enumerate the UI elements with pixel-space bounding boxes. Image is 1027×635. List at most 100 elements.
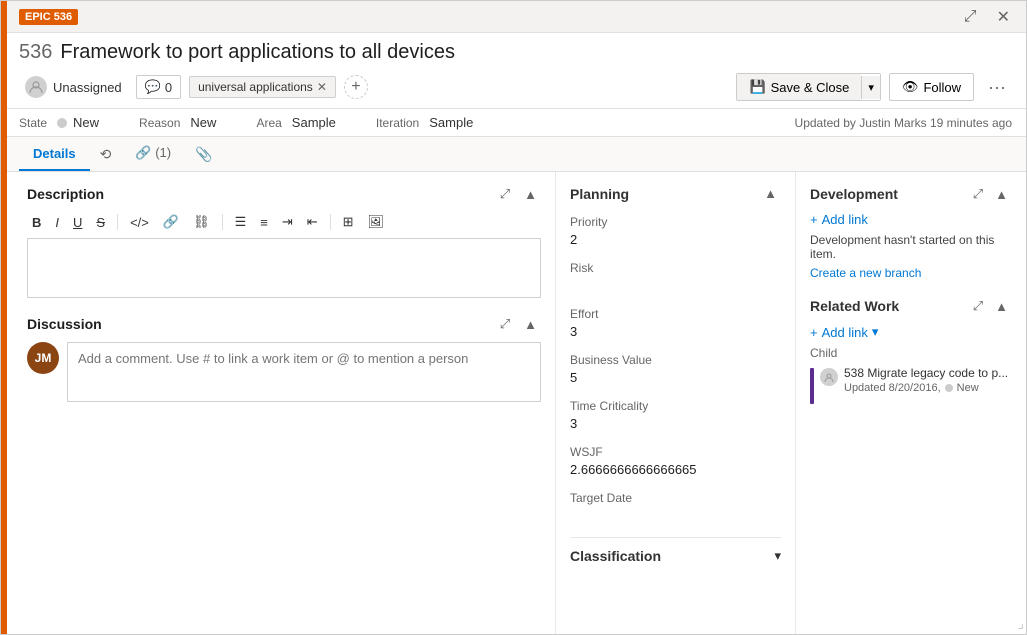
target-date-field: Target Date <box>570 491 781 523</box>
strikethrough-button[interactable]: S <box>91 213 110 232</box>
close-button[interactable]: ✕ <box>991 5 1016 29</box>
tag-remove-button[interactable]: ✕ <box>317 80 327 94</box>
user-avatar: JM <box>27 342 59 374</box>
effort-label: Effort <box>570 307 781 321</box>
link-button[interactable]: 🔗 <box>158 212 184 232</box>
more-options-button[interactable]: ··· <box>982 75 1012 100</box>
related-work-section: Related Work ⤢ ▲ + Add link ▾ Child <box>810 296 1012 404</box>
child-meta: Updated 8/20/2016, New <box>844 382 1012 394</box>
description-expand-button[interactable]: ⤢ <box>496 184 514 204</box>
child-label: Child <box>810 346 1012 360</box>
development-add-link-button[interactable]: + Add link <box>810 212 868 227</box>
priority-value: 2 <box>570 232 781 247</box>
state-value: New <box>57 115 99 130</box>
right-column: Development ⤢ ▲ + Add link Development h… <box>796 172 1026 634</box>
work-item-title: Framework to port applications to all de… <box>60 41 455 64</box>
outdent-button[interactable]: ⇤ <box>302 212 323 232</box>
planning-collapse-button[interactable]: ▲ <box>760 184 781 203</box>
risk-value <box>570 278 781 293</box>
create-branch-link[interactable]: Create a new branch <box>810 266 921 280</box>
description-title: Description <box>27 186 104 202</box>
time-criticality-field: Time Criticality 3 <box>570 399 781 431</box>
assignee-label: Unassigned <box>53 80 122 95</box>
underline-button[interactable]: U <box>68 213 87 232</box>
classification-collapse-icon: ▾ <box>774 548 781 564</box>
unlink-button[interactable]: ⛓ <box>188 212 215 232</box>
assignee-button[interactable]: Unassigned <box>19 72 128 102</box>
indent-button[interactable]: ⇥ <box>277 212 298 232</box>
tab-details[interactable]: Details <box>19 138 90 171</box>
child-avatar <box>820 368 838 386</box>
effort-value: 3 <box>570 324 781 339</box>
description-editor[interactable] <box>27 238 541 298</box>
reason-label: Reason <box>139 116 180 130</box>
code-button[interactable]: </> <box>125 213 154 232</box>
related-work-collapse-button[interactable]: ▲ <box>991 296 1012 316</box>
bold-button[interactable]: B <box>27 213 46 232</box>
work-item-number: 536 <box>19 41 52 64</box>
area-value: Sample <box>292 115 336 130</box>
risk-label: Risk <box>570 261 781 275</box>
description-section: Description ⤢ ▲ B I U S </> 🔗 ⛓ ☰ <box>27 184 541 298</box>
development-expand-button[interactable]: ⤢ <box>969 184 987 204</box>
tab-links[interactable]: 🔗 (1) <box>121 137 185 171</box>
child-status-dot <box>945 384 953 392</box>
target-date-label: Target Date <box>570 491 781 505</box>
wsjf-value: 2.6666666666666665 <box>570 462 781 477</box>
add-tag-button[interactable]: + <box>344 75 368 99</box>
numbered-list-button[interactable]: ≡ <box>255 213 273 232</box>
classification-title: Classification <box>570 548 661 564</box>
discussion-collapse-button[interactable]: ▲ <box>520 314 541 334</box>
follow-label: Follow <box>923 80 961 95</box>
save-close-group: 💾 Save & Close ▾ <box>736 73 880 101</box>
discussion-title: Discussion <box>27 316 102 332</box>
tab-attachments[interactable]: 📎 <box>185 138 222 171</box>
wsjf-label: WSJF <box>570 445 781 459</box>
save-close-button[interactable]: 💾 Save & Close <box>737 74 861 100</box>
business-value-label: Business Value <box>570 353 781 367</box>
development-add-link-label: Add link <box>822 212 868 227</box>
tab-history[interactable]: ⟲ <box>90 138 122 171</box>
state-group: State New <box>19 115 99 130</box>
iteration-group: Iteration Sample <box>376 115 473 130</box>
italic-button[interactable]: I <box>50 213 64 232</box>
tab-bar: Details ⟲ 🔗 (1) 📎 <box>1 137 1026 172</box>
related-work-expand-button[interactable]: ⤢ <box>969 296 987 316</box>
development-collapse-button[interactable]: ▲ <box>991 184 1012 204</box>
discussion-expand-button[interactable]: ⤢ <box>496 314 514 334</box>
area-group: Area Sample <box>256 115 335 130</box>
comment-box: JM <box>27 342 541 402</box>
iteration-label: Iteration <box>376 116 419 130</box>
state-dot <box>57 118 67 128</box>
state-label: State <box>19 116 47 130</box>
resize-handle[interactable] <box>1010 618 1026 634</box>
description-toolbar: B I U S </> 🔗 ⛓ ☰ ≡ ⇥ ⇤ ⊞ 🖼 <box>27 212 541 232</box>
work-item-title-row: 536 Framework to port applications to al… <box>19 41 1012 64</box>
image-button[interactable]: 🖼 <box>363 212 390 232</box>
save-close-dropdown-button[interactable]: ▾ <box>861 76 880 99</box>
business-value-field: Business Value 5 <box>570 353 781 385</box>
classification-header[interactable]: Classification ▾ <box>570 537 781 574</box>
child-title: 538 Migrate legacy code to p... <box>844 366 1012 380</box>
bullet-list-button[interactable]: ☰ <box>230 212 252 232</box>
follow-button[interactable]: 👁 Follow <box>889 73 974 101</box>
description-collapse-button[interactable]: ▲ <box>520 184 541 204</box>
effort-field: Effort 3 <box>570 307 781 339</box>
follow-icon: 👁 <box>902 79 919 95</box>
iteration-value: Sample <box>429 115 473 130</box>
area-label: Area <box>256 116 281 130</box>
add-link-plus-icon: + <box>810 212 818 227</box>
comment-count: 0 <box>165 80 172 95</box>
tag-label: universal applications <box>198 80 313 94</box>
comment-count-button[interactable]: 💬 0 <box>136 75 181 99</box>
development-note: Development hasn't started on this item. <box>810 233 1012 261</box>
related-work-add-link-button[interactable]: + Add link ▾ <box>810 324 878 340</box>
assignee-avatar <box>25 76 47 98</box>
comment-input[interactable] <box>67 342 541 402</box>
table-button[interactable]: ⊞ <box>338 212 359 232</box>
expand-button[interactable]: ⤢ <box>958 5 983 29</box>
time-criticality-label: Time Criticality <box>570 399 781 413</box>
related-add-plus-icon: + <box>810 325 818 340</box>
epic-badge: EPIC 536 <box>19 9 78 25</box>
priority-label: Priority <box>570 215 781 229</box>
